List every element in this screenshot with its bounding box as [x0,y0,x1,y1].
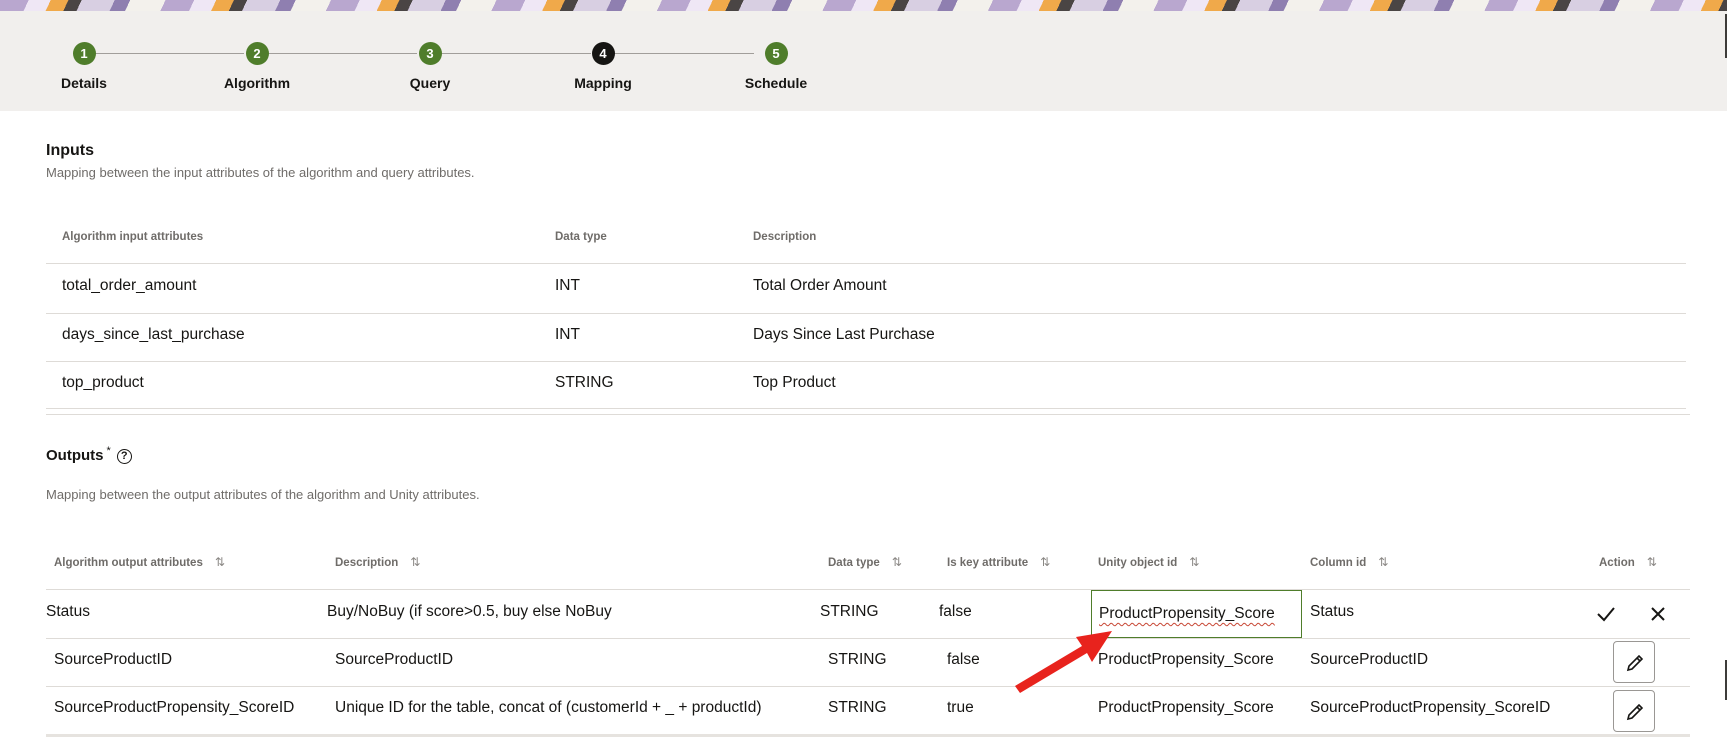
col-label: Unity object id [1098,557,1178,569]
sort-icon[interactable]: ⇅ [1189,555,1199,569]
output-attribute: Status [46,603,90,620]
divider [46,589,1690,590]
help-icon[interactable]: ? [116,448,132,464]
input-attribute: days_since_last_purchase [62,326,245,343]
section-divider [46,414,1690,415]
col-label: Is key attribute [947,557,1029,569]
outputs-col-datatype[interactable]: Data type ⇅ [828,555,902,569]
sort-icon[interactable]: ⇅ [1040,555,1050,569]
input-description: Total Order Amount [753,277,887,294]
input-datatype: STRING [555,374,614,391]
red-arrow-icon [1015,631,1112,693]
sort-icon[interactable]: ⇅ [1378,555,1388,569]
output-attribute: SourceProductID [54,651,173,668]
col-label: Action [1599,557,1635,569]
outputs-col-action[interactable]: Action ⇅ [1599,555,1657,569]
step-number: 3 [418,42,442,65]
output-iskey: false [947,651,980,668]
inputs-title: Inputs [46,142,94,159]
output-datatype: STRING [820,603,879,620]
step-mapping[interactable]: 4 Mapping [533,42,673,91]
step-number: 4 [591,42,615,65]
divider [46,361,1686,362]
sort-icon[interactable]: ⇅ [892,555,902,569]
divider [46,638,1690,639]
edit-button[interactable] [1613,690,1655,732]
outputs-title: Outputs *? [46,445,132,464]
step-number: 1 [72,42,96,65]
inputs-col-attribute: Algorithm input attributes [62,231,204,243]
edit-button[interactable] [1613,641,1655,683]
outputs-col-unity-object[interactable]: Unity object id ⇅ [1098,555,1199,569]
step-label: Details [61,75,107,91]
input-datatype: INT [555,326,580,343]
output-column-id: Status [1310,603,1354,620]
output-column-id: SourceProductPropensity_ScoreID [1310,699,1551,716]
divider [46,408,1686,409]
input-description: Days Since Last Purchase [753,326,935,343]
step-label: Algorithm [223,75,291,91]
unity-object-id-input[interactable]: ProductPropensity_Score [1091,590,1302,638]
inputs-col-description: Description [753,231,817,243]
outputs-description: Mapping between the output attributes of… [46,487,480,502]
output-datatype: STRING [828,651,887,668]
col-label: Algorithm output attributes [54,557,203,569]
required-marker: * [106,445,111,457]
output-iskey: true [947,699,974,716]
output-attribute: SourceProductPropensity_ScoreID [54,699,295,716]
output-unity-object-id: ProductPropensity_Score [1098,651,1274,668]
output-description: SourceProductID [335,651,454,668]
step-label: Schedule [744,75,808,91]
close-icon[interactable] [1647,603,1669,625]
input-attribute: top_product [62,374,144,391]
col-label: Data type [828,557,880,569]
divider [46,313,1686,314]
outputs-title-text: Outputs [46,447,104,464]
input-datatype: INT [555,277,580,294]
step-schedule[interactable]: 5 Schedule [706,42,846,91]
pencil-icon [1626,703,1644,721]
sort-icon[interactable]: ⇅ [410,555,420,569]
outputs-col-column-id[interactable]: Column id ⇅ [1310,555,1388,569]
step-query[interactable]: 3 Query [360,42,500,91]
sort-icon[interactable]: ⇅ [1647,555,1657,569]
col-label: Column id [1310,557,1367,569]
divider [46,263,1686,264]
outputs-col-iskey[interactable]: Is key attribute ⇅ [947,555,1050,569]
step-details[interactable]: 1 Details [14,42,154,91]
unity-object-id-value: ProductPropensity_Score [1099,605,1275,622]
output-iskey: false [939,603,972,620]
step-number: 2 [245,42,269,65]
divider [46,734,1690,737]
step-label: Mapping [574,75,632,91]
output-description: Unique ID for the table, concat of (cust… [335,699,762,716]
input-description: Top Product [753,374,836,391]
header-banner [0,0,1727,11]
step-algorithm[interactable]: 2 Algorithm [187,42,327,91]
step-label: Query [409,75,451,91]
output-unity-object-id: ProductPropensity_Score [1098,699,1274,716]
outputs-col-attribute[interactable]: Algorithm output attributes ⇅ [54,555,225,569]
inputs-col-datatype: Data type [555,231,607,243]
input-attribute: total_order_amount [62,277,197,294]
pencil-icon [1626,654,1644,672]
divider [46,686,1690,687]
col-label: Description [335,557,399,569]
sort-icon[interactable]: ⇅ [215,555,225,569]
outputs-col-description[interactable]: Description ⇅ [335,555,420,569]
checkmark-icon[interactable] [1595,603,1617,625]
step-number: 5 [764,42,788,65]
inputs-description: Mapping between the input attributes of … [46,165,475,180]
output-column-id: SourceProductID [1310,651,1429,668]
output-datatype: STRING [828,699,887,716]
output-description: Buy/NoBuy (if score>0.5, buy else NoBuy [327,603,612,620]
